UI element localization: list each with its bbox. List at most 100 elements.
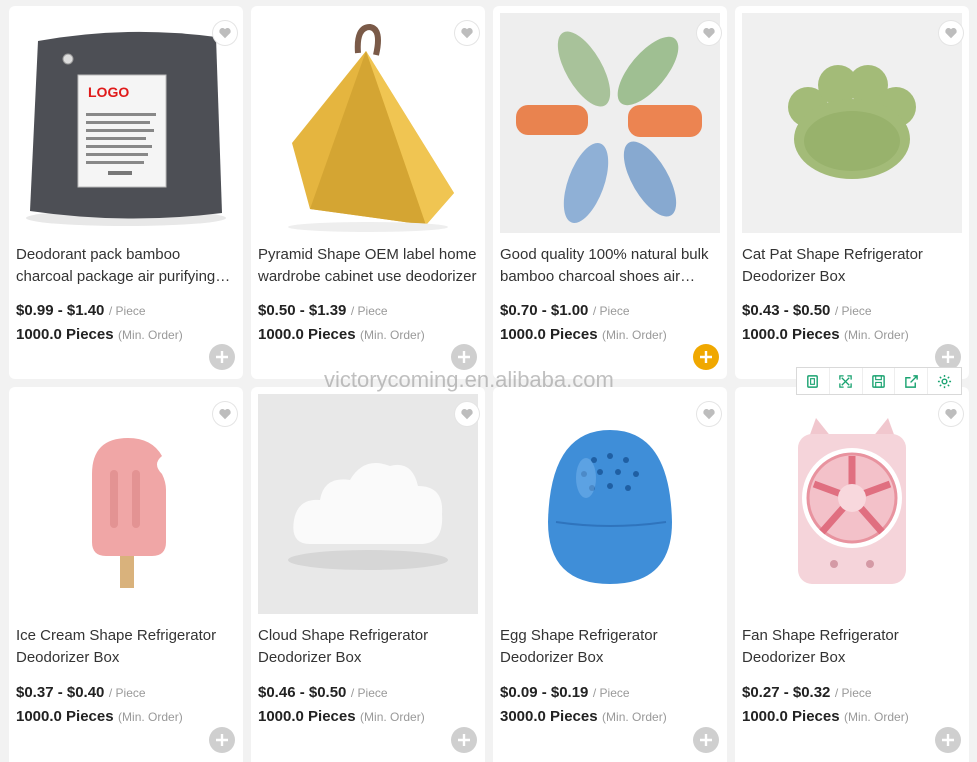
price-range: $0.43 - $0.50 [742, 302, 831, 319]
min-order-qty: 1000.0 Pieces [16, 326, 114, 343]
plus-icon [458, 351, 470, 363]
add-button[interactable] [693, 344, 719, 370]
price-range: $0.50 - $1.39 [258, 302, 347, 319]
expand-icon [839, 374, 852, 388]
product-price: $0.43 - $0.50 / Piece [742, 302, 872, 320]
product-card[interactable]: Ice Cream Shape Refrigerator Deodorizer … [9, 387, 243, 762]
product-title[interactable]: Deodorant pack bamboo charcoal package a… [16, 244, 238, 288]
min-order-qty: 1000.0 Pieces [16, 708, 114, 725]
share-button[interactable] [895, 368, 929, 394]
price-unit: / Piece [350, 686, 388, 700]
product-title[interactable]: Pyramid Shape OEM label home wardrobe ca… [258, 244, 480, 288]
favorite-button[interactable] [213, 21, 237, 45]
product-title[interactable]: Ice Cream Shape Refrigerator Deodorizer … [16, 625, 238, 669]
product-image[interactable] [742, 394, 962, 614]
plus-icon [216, 351, 228, 363]
product-image[interactable] [500, 13, 720, 233]
min-order-qty: 1000.0 Pieces [258, 326, 356, 343]
product-card[interactable]: Cat Pat Shape Refrigerator Deodorizer Bo… [735, 6, 969, 379]
min-order-note: (Min. Order) [360, 710, 425, 724]
min-order: 1000.0 Pieces (Min. Order) [742, 708, 909, 726]
product-price: $0.09 - $0.19 / Piece [500, 684, 630, 702]
product-title[interactable]: Cat Pat Shape Refrigerator Deodorizer Bo… [742, 244, 964, 288]
favorite-button[interactable] [939, 21, 963, 45]
favorite-button[interactable] [939, 402, 963, 426]
logo-label: LOGO [88, 84, 129, 100]
min-order-qty: 1000.0 Pieces [500, 326, 598, 343]
product-card[interactable]: Egg Shape Refrigerator Deodorizer Box $0… [493, 387, 727, 762]
image-toolbar [796, 367, 962, 395]
price-range: $0.46 - $0.50 [258, 684, 347, 701]
min-order-note: (Min. Order) [844, 328, 909, 342]
product-price: $0.37 - $0.40 / Piece [16, 684, 146, 702]
plus-icon [700, 734, 712, 746]
product-image[interactable] [500, 394, 720, 614]
product-card[interactable]: Good quality 100% natural bulk bamboo ch… [493, 6, 727, 379]
add-button[interactable] [693, 727, 719, 753]
favorite-button[interactable] [213, 402, 237, 426]
product-card[interactable]: Fan Shape Refrigerator Deodorizer Box $0… [735, 387, 969, 762]
product-image[interactable] [16, 394, 236, 614]
heart-icon [703, 28, 715, 39]
product-image[interactable] [742, 13, 962, 233]
price-unit: / Piece [108, 686, 146, 700]
product-price: $0.70 - $1.00 / Piece [500, 302, 630, 320]
price-unit: / Piece [834, 304, 872, 318]
product-card[interactable]: Cloud Shape Refrigerator Deodorizer Box … [251, 387, 485, 762]
product-price: $0.46 - $0.50 / Piece [258, 684, 388, 702]
settings-button[interactable] [928, 368, 961, 394]
add-button[interactable] [451, 727, 477, 753]
min-order-note: (Min. Order) [602, 710, 667, 724]
product-title[interactable]: Cloud Shape Refrigerator Deodorizer Box [258, 625, 480, 669]
add-button[interactable] [209, 344, 235, 370]
add-button[interactable] [209, 727, 235, 753]
product-card[interactable]: LOGO Deodorant pack bamboo charcoal pack… [9, 6, 243, 379]
min-order: 1000.0 Pieces (Min. Order) [16, 708, 183, 726]
favorite-button[interactable] [455, 402, 479, 426]
heart-icon [703, 409, 715, 420]
min-order: 1000.0 Pieces (Min. Order) [258, 326, 425, 344]
min-order-qty: 1000.0 Pieces [742, 708, 840, 725]
watermark: victorycoming.en.alibaba.com [324, 367, 614, 392]
price-unit: / Piece [350, 304, 388, 318]
price-unit: / Piece [592, 304, 630, 318]
price-range: $0.37 - $0.40 [16, 684, 105, 701]
product-title[interactable]: Fan Shape Refrigerator Deodorizer Box [742, 625, 964, 669]
price-range: $0.27 - $0.32 [742, 684, 831, 701]
product-image[interactable]: LOGO [16, 13, 236, 233]
product-card[interactable]: Pyramid Shape OEM label home wardrobe ca… [251, 6, 485, 379]
min-order: 1000.0 Pieces (Min. Order) [258, 708, 425, 726]
price-range: $0.99 - $1.40 [16, 302, 105, 319]
product-price: $0.27 - $0.32 / Piece [742, 684, 872, 702]
product-image[interactable] [258, 13, 478, 233]
price-unit: / Piece [834, 686, 872, 700]
favorite-button[interactable] [455, 21, 479, 45]
price-unit: / Piece [592, 686, 630, 700]
expand-button[interactable] [830, 368, 863, 394]
min-order: 3000.0 Pieces (Min. Order) [500, 708, 667, 726]
share-icon [904, 374, 918, 388]
plus-icon [942, 734, 954, 746]
product-title[interactable]: Good quality 100% natural bulk bamboo ch… [500, 244, 722, 288]
min-order-qty: 1000.0 Pieces [742, 326, 840, 343]
add-button[interactable] [935, 727, 961, 753]
product-title[interactable]: Egg Shape Refrigerator Deodorizer Box [500, 625, 722, 669]
min-order: 1000.0 Pieces (Min. Order) [500, 326, 667, 344]
heart-icon [219, 409, 231, 420]
product-price: $0.99 - $1.40 / Piece [16, 302, 146, 320]
product-price: $0.50 - $1.39 / Piece [258, 302, 388, 320]
price-range: $0.70 - $1.00 [500, 302, 589, 319]
plus-icon [942, 351, 954, 363]
copy-button[interactable] [797, 368, 830, 394]
settings-icon [938, 374, 952, 388]
min-order-note: (Min. Order) [118, 710, 183, 724]
heart-icon [945, 409, 957, 420]
min-order-qty: 1000.0 Pieces [258, 708, 356, 725]
min-order-note: (Min. Order) [602, 328, 667, 342]
min-order-qty: 3000.0 Pieces [500, 708, 598, 725]
favorite-button[interactable] [697, 21, 721, 45]
favorite-button[interactable] [697, 402, 721, 426]
heart-icon [461, 409, 473, 420]
save-button[interactable] [863, 368, 896, 394]
product-image[interactable] [258, 394, 478, 614]
